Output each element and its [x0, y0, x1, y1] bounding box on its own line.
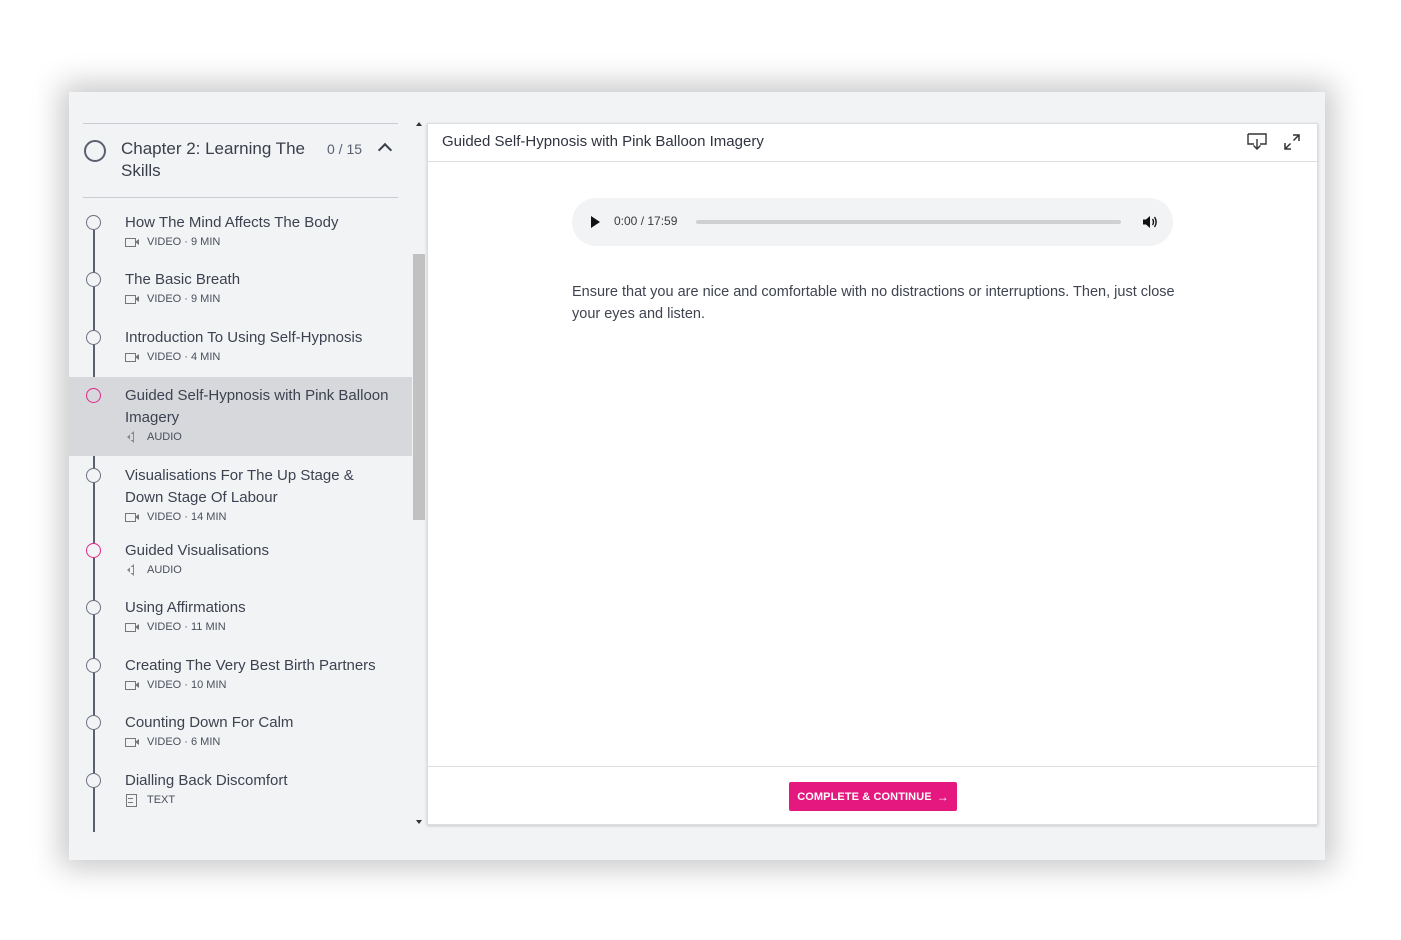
lesson-item-meta: VIDEO · 6 MIN: [125, 735, 220, 749]
scroll-up-arrow-icon[interactable]: [416, 122, 422, 126]
lesson-status-circle-icon: [86, 330, 101, 345]
lesson-item-meta-text: VIDEO · 4 MIN: [147, 351, 221, 363]
lesson-title: Guided Self-Hypnosis with Pink Balloon I…: [442, 133, 764, 150]
lesson-item-meta-text: VIDEO · 9 MIN: [147, 236, 221, 248]
lesson-status-circle-icon: [86, 468, 101, 483]
chapter-header[interactable]: Chapter 2: Learning The Skills 0 / 15: [83, 123, 398, 198]
lesson-item-meta-text: TEXT: [147, 794, 176, 806]
complete-button-label: COMPLETE & CONTINUE: [797, 790, 932, 803]
scroll-down-arrow-icon[interactable]: [416, 820, 422, 824]
chapter-progress-circle-icon: [84, 140, 106, 162]
lesson-item-meta: VIDEO · 9 MIN: [125, 292, 220, 306]
lesson-item[interactable]: Creating The Very Best Birth Partners VID…: [69, 650, 412, 707]
video-icon: [125, 736, 141, 748]
lesson-item-meta: VIDEO · 11 MIN: [125, 620, 226, 634]
chapter-progress-count: 0 / 15: [327, 141, 363, 157]
video-icon: [125, 293, 141, 305]
chevron-up-icon[interactable]: [377, 142, 393, 158]
video-icon: [125, 511, 141, 523]
complete-and-continue-button[interactable]: COMPLETE & CONTINUE →: [789, 782, 957, 811]
audio-icon: [125, 564, 141, 576]
lesson-item[interactable]: The Basic Breath VIDEO · 9 MIN: [69, 264, 412, 321]
lesson-item-title: How The Mind Affects The Body: [125, 214, 339, 231]
lesson-item-meta: AUDIO: [125, 430, 182, 444]
audio-progress-track[interactable]: [696, 220, 1121, 224]
lesson-item-meta: VIDEO · 10 MIN: [125, 678, 226, 692]
lesson-status-circle-icon: [86, 388, 101, 403]
lesson-item[interactable]: Guided Visualisations AUDIO: [69, 535, 412, 592]
audio-player: 0:00 / 17:59: [572, 198, 1173, 246]
lesson-item-meta: VIDEO · 14 MIN: [125, 510, 226, 524]
lesson-description: Ensure that you are nice and comfortable…: [572, 284, 1175, 322]
lesson-item[interactable]: Introduction To Using Self-Hypnosis VIDEO…: [69, 322, 412, 379]
lesson-item-title: Creating The Very Best Birth Partners: [125, 657, 376, 674]
video-icon: [125, 621, 141, 633]
lesson-status-circle-icon: [86, 543, 101, 558]
video-icon: [125, 679, 141, 691]
course-sidebar: Chapter 2: Learning The Skills 0 / 15 Ho…: [69, 92, 427, 860]
lesson-item[interactable]: Counting Down For Calm VIDEO · 6 MIN: [69, 707, 412, 764]
lesson-item-meta-text: VIDEO · 9 MIN: [147, 293, 221, 305]
lesson-item-title: Dialling Back Discomfort: [125, 772, 288, 789]
lesson-status-circle-icon: [86, 600, 101, 615]
lesson-item-meta-text: AUDIO: [147, 431, 182, 443]
lesson-item-meta-text: AUDIO: [147, 564, 182, 576]
arrow-right-icon: →: [936, 789, 949, 804]
lesson-item-title: Visualisations For The Up Stage & Down S…: [125, 467, 354, 506]
lesson-item-meta: VIDEO · 9 MIN: [125, 235, 220, 249]
lesson-status-circle-icon: [86, 715, 101, 730]
lesson-item[interactable]: How The Mind Affects The Body VIDEO · 9 M…: [69, 207, 412, 264]
lesson-item-meta-text: VIDEO · 14 MIN: [147, 511, 227, 523]
lesson-item-meta-text: VIDEO · 10 MIN: [147, 679, 227, 691]
volume-icon[interactable]: [1142, 214, 1158, 230]
lesson-status-circle-icon: [86, 272, 101, 287]
chapter-title: Chapter 2: Learning The Skills: [121, 139, 305, 180]
lesson-item[interactable]: Dialling Back Discomfort TEXT: [69, 765, 412, 822]
expand-icon[interactable]: [1284, 134, 1300, 150]
audio-time: 0:00 / 17:59: [614, 214, 678, 228]
scrollbar-thumb[interactable]: [413, 254, 425, 520]
lesson-item-meta: TEXT: [125, 793, 175, 807]
lesson-item[interactable]: Using Affirmations VIDEO · 11 MIN: [69, 592, 412, 649]
play-icon[interactable]: [591, 216, 600, 228]
lesson-item-meta-text: VIDEO · 6 MIN: [147, 736, 221, 748]
lesson-status-circle-icon: [86, 215, 101, 230]
lesson-item-meta: AUDIO: [125, 563, 182, 577]
sidebar-scrollbar[interactable]: [412, 114, 426, 830]
lesson-item-meta: VIDEO · 4 MIN: [125, 350, 220, 364]
lesson-item-title: Guided Self-Hypnosis with Pink Balloon I…: [125, 387, 389, 426]
video-icon: [125, 351, 141, 363]
lesson-item-title: Using Affirmations: [125, 599, 246, 616]
course-player-window: Chapter 2: Learning The Skills 0 / 15 Ho…: [69, 92, 1325, 860]
content-header: Guided Self-Hypnosis with Pink Balloon I…: [428, 124, 1317, 162]
lesson-item[interactable]: Visualisations For The Up Stage & Down S…: [69, 457, 412, 535]
lesson-status-circle-icon: [86, 773, 101, 788]
audio-icon: [125, 431, 141, 443]
lesson-item[interactable]: Guided Self-Hypnosis with Pink Balloon I…: [69, 377, 412, 456]
sidebar-scroll-area: Chapter 2: Learning The Skills 0 / 15 Ho…: [69, 92, 412, 832]
lesson-item-title: Introduction To Using Self-Hypnosis: [125, 329, 363, 346]
lesson-item-meta-text: VIDEO · 11 MIN: [147, 621, 226, 633]
lesson-item-title: Counting Down For Calm: [125, 714, 294, 731]
content-footer: COMPLETE & CONTINUE →: [428, 766, 1317, 824]
lesson-status-circle-icon: [86, 658, 101, 673]
text-icon: [125, 794, 141, 807]
video-icon: [125, 236, 141, 248]
lesson-item-title: The Basic Breath: [125, 271, 241, 288]
lesson-content-panel: Guided Self-Hypnosis with Pink Balloon I…: [427, 123, 1318, 825]
lesson-item-title: Guided Visualisations: [125, 542, 269, 559]
download-icon[interactable]: [1247, 133, 1267, 151]
